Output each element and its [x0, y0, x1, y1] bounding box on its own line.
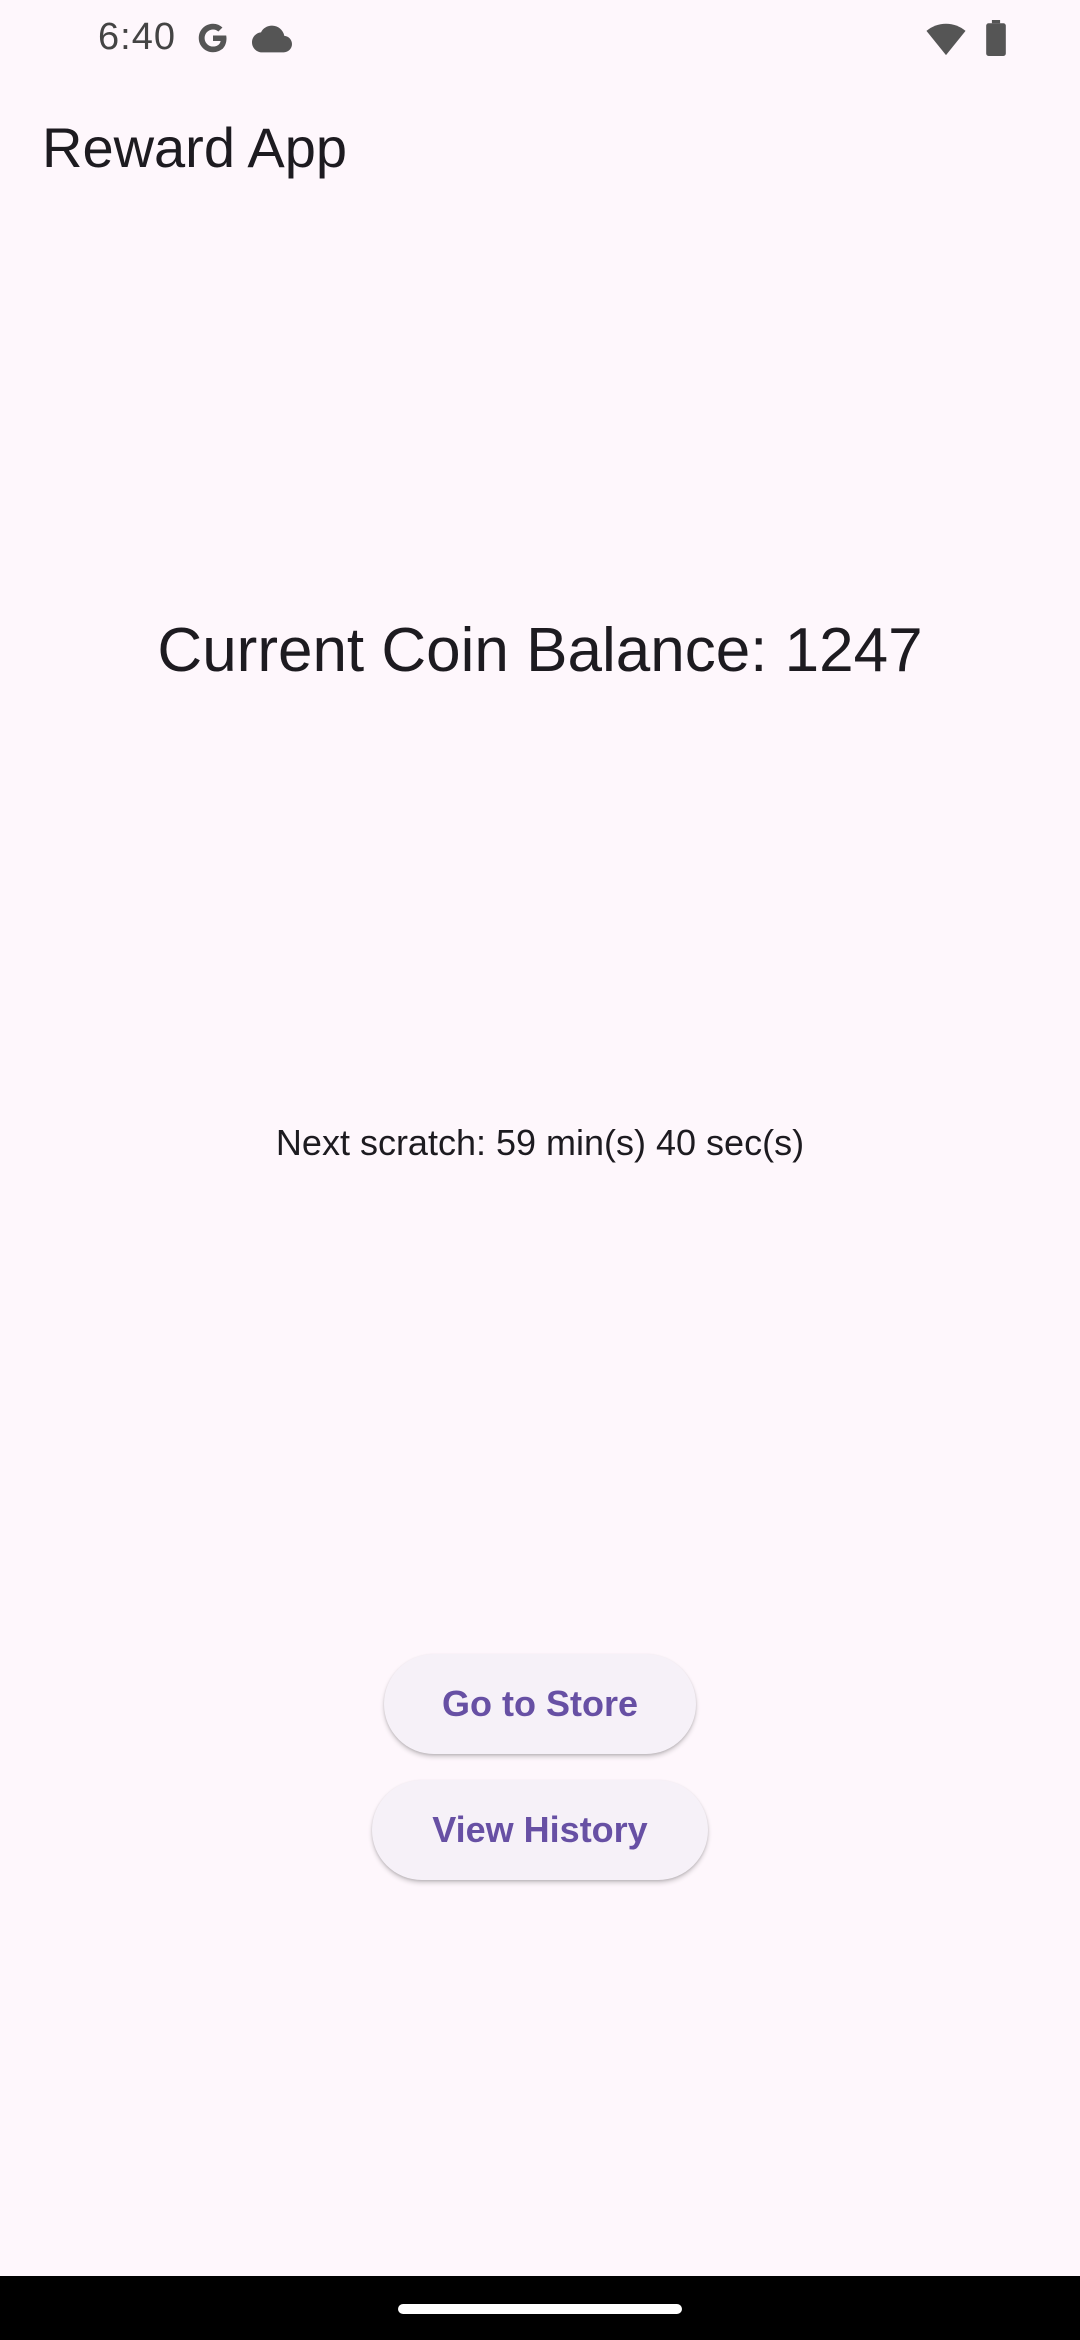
battery-icon — [986, 20, 1006, 56]
home-gesture-handle[interactable] — [398, 2304, 682, 2314]
view-history-button[interactable]: View History — [372, 1780, 708, 1880]
next-scratch-timer: Next scratch: 59 min(s) 40 sec(s) — [275, 1122, 805, 1163]
navigation-bar — [0, 2276, 1080, 2340]
go-to-store-button[interactable]: Go to Store — [384, 1654, 696, 1754]
app-title: Reward App — [42, 116, 348, 179]
status-time: 6:40 — [98, 16, 176, 58]
wifi-icon — [926, 23, 966, 56]
google-icon — [198, 23, 227, 53]
cloud-icon — [252, 25, 292, 53]
coin-balance: Current Coin Balance: 1247 — [157, 616, 923, 685]
status-bar: 6:40 — [0, 0, 1080, 80]
